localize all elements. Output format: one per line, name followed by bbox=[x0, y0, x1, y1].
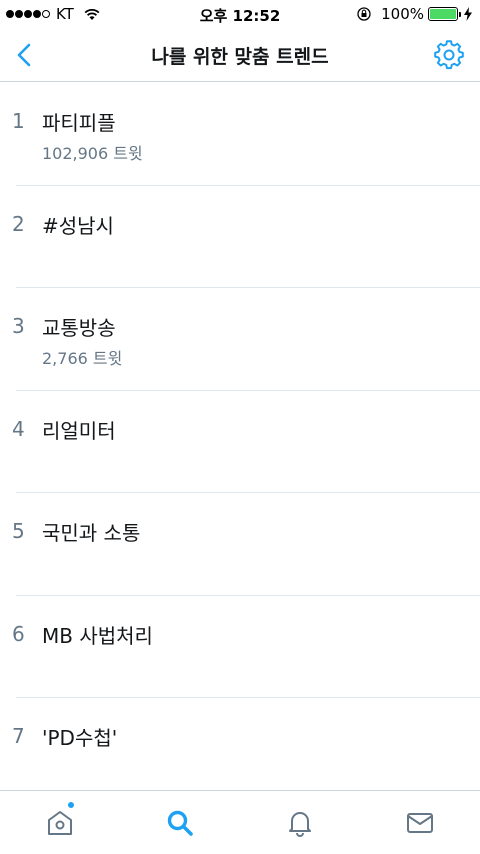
trend-rank: 5 bbox=[12, 519, 25, 543]
trend-item[interactable]: 5 국민과 소통 bbox=[0, 493, 480, 596]
tab-search[interactable] bbox=[120, 791, 240, 854]
navigation-bar: 나를 위한 맞춤 트렌드 bbox=[0, 28, 480, 82]
trend-rank: 3 bbox=[12, 314, 25, 338]
trend-rank: 1 bbox=[12, 109, 25, 133]
trend-tweet-count: 102,906 트윗 bbox=[42, 144, 143, 163]
trend-rank: 4 bbox=[12, 416, 25, 441]
trend-tweet-count: 2,766 트윗 bbox=[42, 349, 123, 368]
trend-rank: 6 bbox=[12, 621, 25, 646]
trend-name: #성남시 bbox=[42, 213, 114, 238]
search-icon bbox=[167, 810, 193, 836]
orientation-lock-icon bbox=[357, 7, 371, 21]
home-icon bbox=[48, 810, 72, 835]
status-bar: KT 오후 12:52 100% bbox=[0, 0, 480, 28]
trend-rank: 2 bbox=[12, 211, 25, 236]
settings-button[interactable] bbox=[434, 40, 464, 70]
trends-list: 1 파티피플 102,906 트윗 2 #성남시 3 교통방송 2,766 트윗 4 리얼미터 5 국… bbox=[0, 83, 480, 801]
trend-name: 리얼미터 bbox=[42, 418, 116, 443]
trend-name: 국민과 소통 bbox=[42, 521, 141, 545]
charging-bolt-icon bbox=[464, 7, 472, 21]
status-right: 100% bbox=[357, 5, 472, 23]
tab-messages[interactable] bbox=[360, 791, 480, 854]
trend-item[interactable]: 3 교통방송 2,766 트윗 bbox=[0, 288, 480, 391]
trend-item[interactable]: 1 파티피플 102,906 트윗 bbox=[0, 83, 480, 186]
trend-name: 파티피플 bbox=[42, 111, 116, 135]
battery-percentage: 100% bbox=[381, 5, 424, 23]
notification-badge bbox=[67, 801, 75, 809]
trend-name: MB 사법처리 bbox=[42, 623, 153, 648]
trend-rank: 7 bbox=[12, 724, 25, 748]
trend-item[interactable]: 6 MB 사법처리 bbox=[0, 596, 480, 699]
trend-item[interactable]: 7 'PD수첩' bbox=[0, 698, 480, 801]
trend-name: 'PD수첩' bbox=[42, 726, 118, 750]
trend-item[interactable]: 4 리얼미터 bbox=[0, 391, 480, 494]
bell-icon bbox=[289, 811, 311, 837]
trend-name: 교통방송 bbox=[42, 316, 116, 340]
battery-icon bbox=[428, 7, 458, 21]
tab-home[interactable] bbox=[0, 791, 120, 854]
tab-bar bbox=[0, 790, 480, 854]
gear-icon bbox=[434, 40, 464, 70]
page-title: 나를 위한 맞춤 트렌드 bbox=[151, 46, 329, 68]
mail-icon bbox=[407, 812, 433, 833]
trend-item[interactable]: 2 #성남시 bbox=[0, 186, 480, 289]
tab-notifications[interactable] bbox=[240, 791, 360, 854]
